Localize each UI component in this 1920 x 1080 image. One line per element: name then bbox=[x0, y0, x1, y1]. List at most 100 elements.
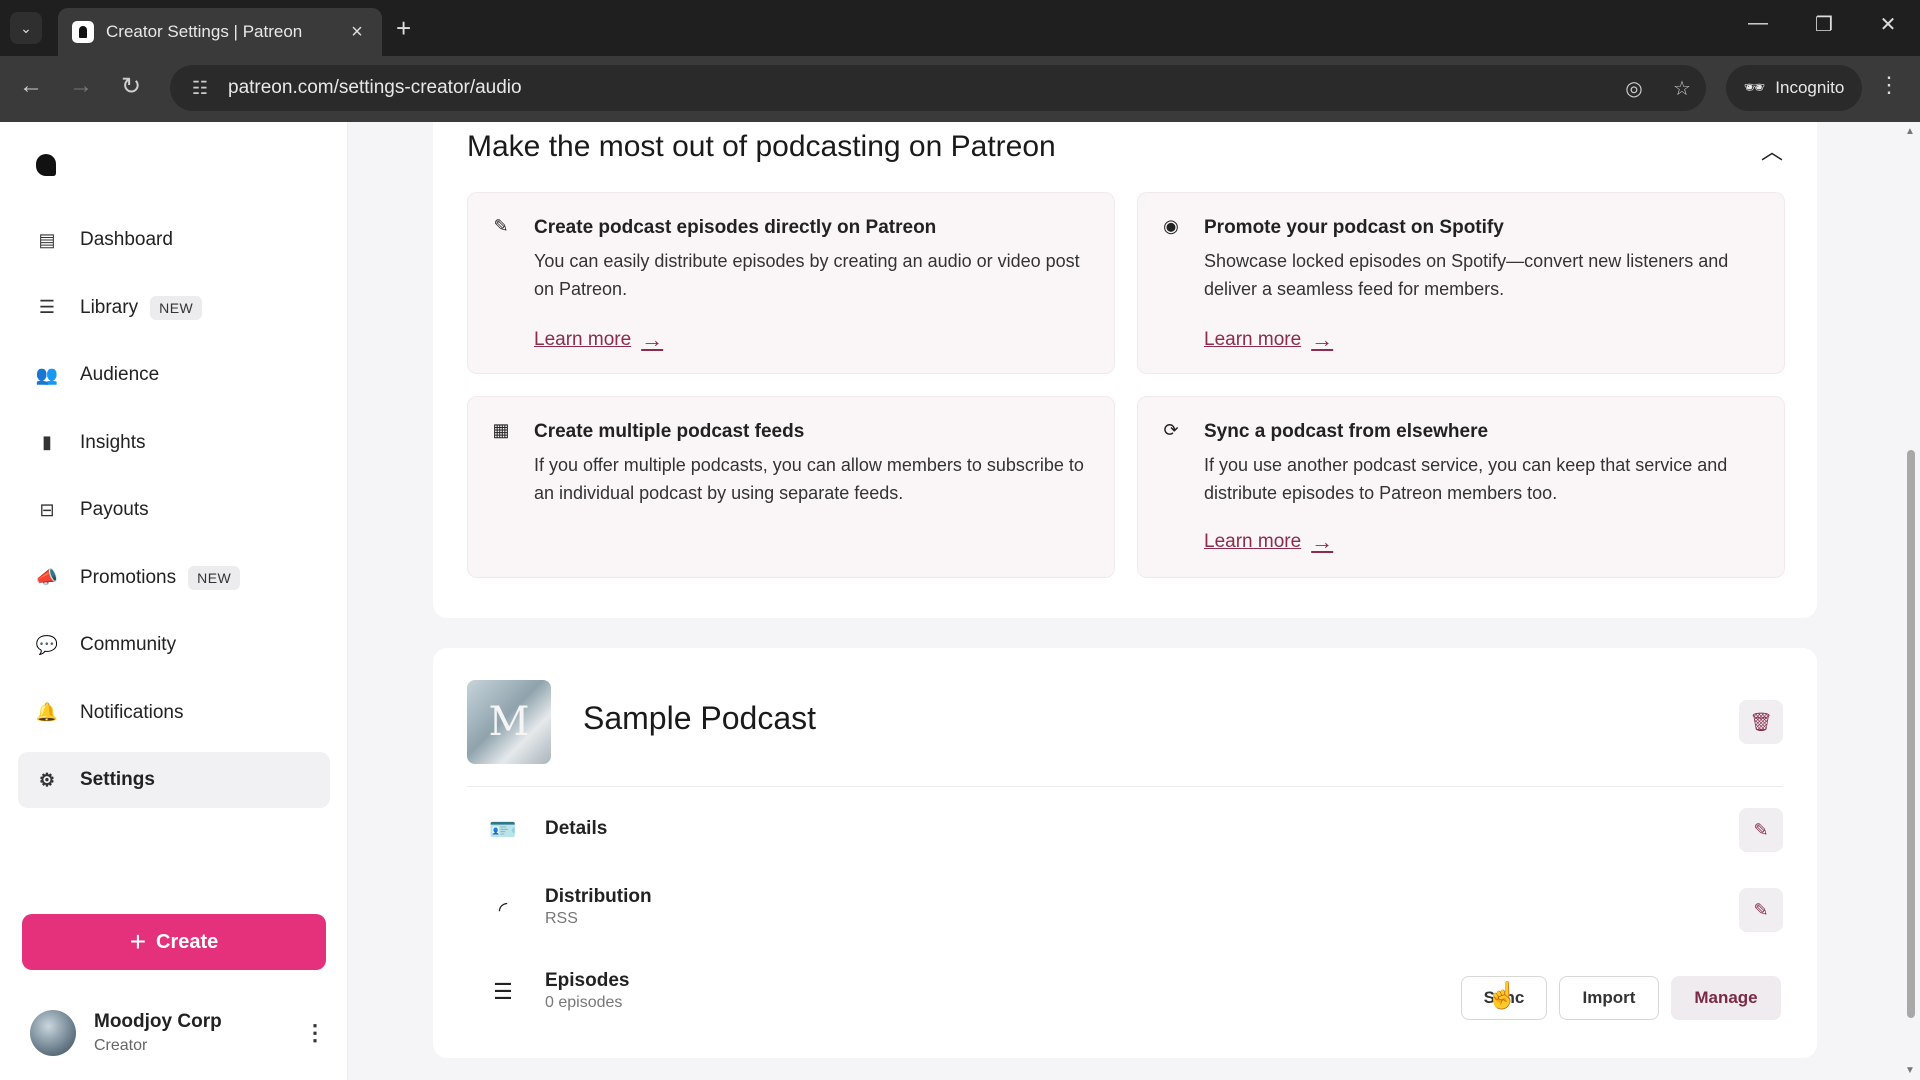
profile-role: Creator bbox=[94, 1037, 148, 1054]
section-title: Make the most out of podcasting on Patre… bbox=[467, 130, 1056, 163]
close-window-icon[interactable]: ✕ bbox=[1868, 12, 1908, 37]
library-icon: ☰ bbox=[38, 297, 56, 317]
import-button[interactable]: Import bbox=[1559, 976, 1659, 1020]
manage-button[interactable]: Manage bbox=[1671, 976, 1781, 1020]
arrow-right-icon: → bbox=[1311, 327, 1334, 352]
feature-card: ◉ Promote your podcast on Spotify Showca… bbox=[1137, 192, 1785, 374]
restore-icon[interactable]: ❐ bbox=[1804, 12, 1844, 37]
feature-description: Showcase locked episodes on Spotify—conv… bbox=[1204, 251, 1729, 299]
browser-toolbar: ← → ↻ ☷ patreon.com/settings-creator/aud… bbox=[0, 56, 1920, 122]
grid-icon: ▦ bbox=[492, 419, 510, 440]
feature-description: If you use another podcast service, you … bbox=[1204, 455, 1728, 503]
scroll-up-icon[interactable]: ▲ bbox=[1905, 126, 1915, 137]
details-label: Details bbox=[545, 818, 608, 839]
payouts-icon: ⊟ bbox=[39, 499, 55, 520]
profile-name: Moodjoy Corp bbox=[94, 1011, 222, 1032]
megaphone-icon: 📣 bbox=[35, 567, 59, 587]
sidebar-item-promotions[interactable]: 📣 Promotions NEW bbox=[18, 550, 330, 606]
sidebar-item-notifications[interactable]: 🔔 Notifications bbox=[18, 685, 330, 741]
minimize-icon[interactable]: — bbox=[1738, 12, 1778, 35]
learn-more-label: Learn more bbox=[534, 329, 632, 350]
learn-more-link[interactable]: Learn more → bbox=[1204, 529, 1333, 555]
feature-card: ⟳ Sync a podcast from elsewhere If you u… bbox=[1137, 396, 1785, 578]
browser-tab[interactable]: Creator Settings | Patreon × bbox=[58, 8, 382, 56]
sidebar-item-audience[interactable]: 👥 Audience bbox=[18, 347, 330, 403]
new-badge: NEW bbox=[150, 295, 203, 320]
create-button[interactable]: + Create bbox=[22, 914, 326, 970]
address-bar[interactable]: ☷ patreon.com/settings-creator/audio ◎ ☆ bbox=[170, 65, 1706, 111]
tracking-protection-icon[interactable]: ◎ bbox=[1610, 76, 1658, 101]
id-card-icon: 🪪 bbox=[489, 817, 517, 842]
patreon-logo-icon[interactable] bbox=[36, 154, 58, 178]
pencil-icon: ✎ bbox=[1753, 899, 1769, 920]
tab-search-button[interactable]: ⌄ bbox=[10, 12, 42, 44]
distribution-label: Distribution bbox=[545, 886, 652, 907]
sidebar-nav: ▤ Dashboard ☰ Library NEW 👥 Audience ▮ I… bbox=[18, 212, 330, 820]
stack-icon: ☰ bbox=[493, 979, 513, 1004]
more-options-icon[interactable]: ⋮ bbox=[300, 1020, 330, 1046]
sidebar-item-library[interactable]: ☰ Library NEW bbox=[18, 280, 330, 336]
chevron-up-icon[interactable]: ︿ bbox=[1761, 134, 1783, 166]
learn-more-link[interactable]: Learn more → bbox=[534, 327, 663, 353]
learn-more-link[interactable]: Learn more → bbox=[1204, 327, 1333, 353]
incognito-label: Incognito bbox=[1775, 78, 1845, 97]
podcast-cover-image: M bbox=[467, 680, 551, 764]
sidebar-item-label: Payouts bbox=[80, 499, 149, 520]
edit-icon: ✎ bbox=[493, 215, 509, 236]
close-tab-icon[interactable]: × bbox=[346, 21, 368, 44]
create-label: Create bbox=[156, 930, 219, 953]
trash-icon: 🗑 bbox=[1749, 711, 1773, 732]
feature-title: Sync a podcast from elsewhere bbox=[1204, 421, 1489, 442]
divider bbox=[467, 786, 1783, 787]
sidebar-item-insights[interactable]: ▮ Insights bbox=[18, 415, 330, 471]
bookmark-star-icon[interactable]: ☆ bbox=[1658, 76, 1706, 101]
audience-icon: 👥 bbox=[35, 364, 59, 385]
back-icon[interactable]: ← bbox=[14, 72, 48, 100]
scroll-down-icon[interactable]: ▼ bbox=[1905, 1065, 1915, 1076]
browser-menu-icon[interactable]: ⋮ bbox=[1874, 72, 1904, 98]
new-tab-button[interactable]: + bbox=[396, 14, 411, 42]
arrow-right-icon: → bbox=[641, 327, 664, 352]
sidebar-item-payouts[interactable]: ⊟ Payouts bbox=[18, 482, 330, 538]
episodes-label: Episodes bbox=[545, 970, 630, 991]
insights-icon: ▮ bbox=[42, 432, 52, 452]
plus-icon: + bbox=[129, 926, 147, 957]
sidebar-item-label: Community bbox=[80, 634, 177, 655]
scrollbar-thumb[interactable] bbox=[1907, 450, 1915, 1018]
reload-icon[interactable]: ↻ bbox=[114, 72, 148, 101]
podcast-name: Sample Podcast bbox=[583, 700, 817, 736]
pencil-icon: ✎ bbox=[1753, 819, 1769, 840]
new-badge: NEW bbox=[188, 565, 241, 590]
feature-title: Create multiple podcast feeds bbox=[534, 421, 805, 442]
avatar bbox=[30, 1010, 76, 1056]
delete-podcast-button[interactable]: 🗑 bbox=[1739, 700, 1783, 744]
site-info-icon[interactable]: ☷ bbox=[180, 78, 220, 99]
feature-card: ✎ Create podcast episodes directly on Pa… bbox=[467, 192, 1115, 374]
dashboard-icon: ▤ bbox=[38, 229, 56, 250]
sidebar-item-label: Notifications bbox=[80, 701, 184, 723]
sidebar-item-community[interactable]: 💬 Community bbox=[18, 617, 330, 673]
tab-title: Creator Settings | Patreon bbox=[106, 22, 303, 41]
edit-details-button[interactable]: ✎ bbox=[1739, 808, 1783, 852]
url-text[interactable]: patreon.com/settings-creator/audio bbox=[228, 77, 1610, 99]
sidebar-item-label: Insights bbox=[80, 431, 146, 453]
arrow-right-icon: → bbox=[1311, 529, 1334, 554]
feature-title: Promote your podcast on Spotify bbox=[1204, 217, 1504, 238]
sidebar-item-label: Dashboard bbox=[80, 229, 173, 250]
incognito-indicator[interactable]: 🕶 Incognito bbox=[1726, 65, 1862, 111]
sidebar-item-label: Promotions bbox=[80, 566, 177, 588]
learn-more-label: Learn more bbox=[1204, 329, 1302, 350]
distribution-type: RSS bbox=[545, 910, 578, 927]
page-scrollbar[interactable]: ▲ ▼ bbox=[1902, 122, 1920, 1080]
forward-icon[interactable]: → bbox=[64, 72, 98, 100]
edit-distribution-button[interactable]: ✎ bbox=[1739, 888, 1783, 932]
sidebar-item-settings[interactable]: ⚙ Settings bbox=[18, 752, 330, 808]
community-icon: 💬 bbox=[35, 634, 59, 655]
feature-title: Create podcast episodes directly on Patr… bbox=[534, 217, 937, 238]
sidebar-item-dashboard[interactable]: ▤ Dashboard bbox=[18, 212, 330, 268]
podcast-card: M Sample Podcast 🗑 🪪 Details ✎ ◜ Distrib… bbox=[433, 648, 1817, 1058]
browser-tab-bar: ⌄ Creator Settings | Patreon × + — ❐ ✕ bbox=[0, 0, 1920, 56]
feature-card: ▦ Create multiple podcast feeds If you o… bbox=[467, 396, 1115, 578]
profile-menu[interactable]: Moodjoy Corp Creator ⋮ bbox=[30, 998, 330, 1068]
sidebar-item-label: Library bbox=[80, 296, 139, 318]
